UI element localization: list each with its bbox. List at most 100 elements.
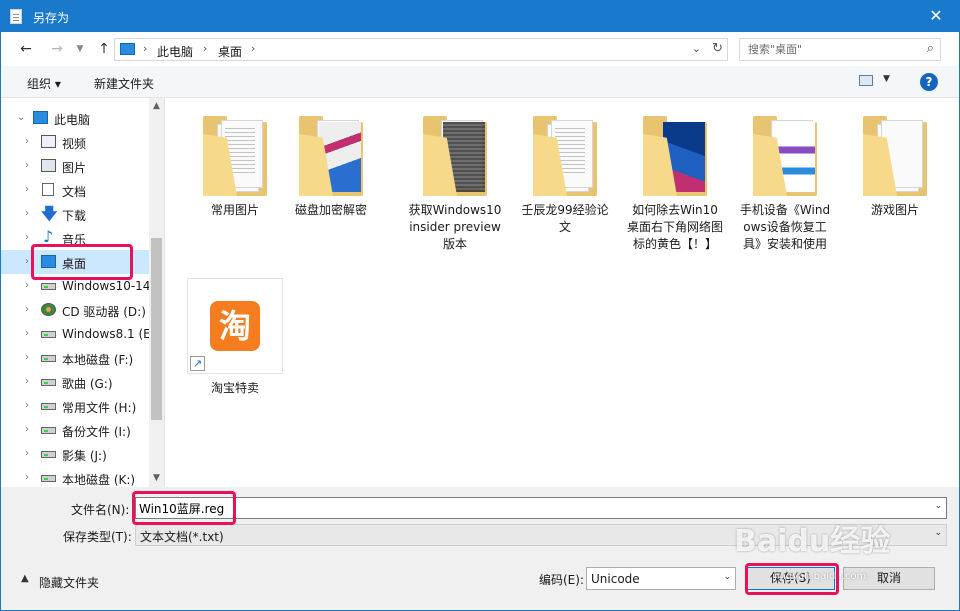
back-button[interactable]: ← bbox=[15, 39, 37, 59]
chevron-right-icon[interactable]: › bbox=[25, 304, 29, 315]
tree-item-drive-i[interactable]: › 备份文件 (I:) bbox=[1, 418, 149, 442]
search-box[interactable]: ⌕ bbox=[739, 38, 941, 61]
breadcrumb-separator-icon[interactable]: › bbox=[203, 42, 207, 55]
chevron-right-icon[interactable]: › bbox=[25, 472, 29, 483]
filetype-value: 文本文档(*.txt) bbox=[140, 530, 224, 544]
recent-locations-button[interactable]: ▼ bbox=[73, 39, 87, 59]
chevron-right-icon[interactable]: › bbox=[25, 328, 29, 339]
folder-item[interactable]: 游戏图片 bbox=[847, 116, 943, 219]
tree-item-label: 文档 bbox=[62, 185, 87, 199]
taobao-app-icon: 淘 ↗ bbox=[187, 278, 283, 374]
scrollbar-thumb[interactable] bbox=[151, 238, 162, 420]
tree-item-label: 音乐 bbox=[62, 233, 87, 247]
file-list[interactable]: 常用图片 磁盘加密解密 获取Windows10 insider preview … bbox=[165, 98, 959, 487]
tree-item-drive-c[interactable]: › Windows10-14 bbox=[1, 274, 150, 298]
chevron-down-icon[interactable]: ⌄ bbox=[934, 528, 942, 538]
folder-item[interactable]: 壬辰龙99经验论文 bbox=[517, 116, 613, 236]
navigation-pane[interactable]: ⌄ 此电脑 › 视频 › 图片 › 文档 › 下载 › 音乐 bbox=[1, 98, 165, 487]
toolbar: 组织 ▾ 新建文件夹 ▼ ? bbox=[1, 66, 959, 98]
chevron-down-icon[interactable]: ▼ bbox=[883, 74, 890, 84]
tree-item-drive-g[interactable]: › 歌曲 (G:) bbox=[1, 370, 149, 394]
chevron-right-icon[interactable]: › bbox=[25, 208, 29, 219]
chevron-right-icon[interactable]: › bbox=[25, 424, 29, 435]
filename-label: 文件名(N): bbox=[71, 503, 130, 517]
title-bar[interactable]: 另存为 ✕ bbox=[1, 1, 959, 32]
scroll-up-icon[interactable]: ▲ bbox=[149, 98, 164, 115]
music-icon bbox=[41, 227, 56, 246]
breadcrumb-separator-icon[interactable]: › bbox=[251, 42, 255, 55]
forward-button[interactable]: → bbox=[46, 39, 68, 59]
new-folder-button[interactable]: 新建文件夹 bbox=[94, 75, 154, 92]
refresh-icon[interactable]: ↻ bbox=[712, 41, 723, 56]
folder-item[interactable]: 如何除去Win10桌面右下角网络图标的黄色【！】 bbox=[627, 116, 723, 253]
tree-item-videos[interactable]: › 视频 bbox=[1, 130, 149, 154]
tree-item-drive-j[interactable]: › 影集 (J:) bbox=[1, 442, 149, 466]
view-options-icon[interactable] bbox=[859, 75, 873, 86]
chevron-right-icon[interactable]: › bbox=[25, 232, 29, 243]
file-name: 壬辰龙99经验论文 bbox=[521, 203, 609, 234]
tree-item-label: 常用文件 (H:) bbox=[62, 401, 137, 415]
tree-item-drive-f[interactable]: › 本地磁盘 (F:) bbox=[1, 346, 149, 370]
breadcrumb-this-pc[interactable]: 此电脑 bbox=[157, 43, 193, 60]
chevron-down-icon[interactable]: ⌄ bbox=[692, 42, 701, 55]
chevron-right-icon[interactable]: › bbox=[25, 448, 29, 459]
tree-item-documents[interactable]: › 文档 bbox=[1, 178, 149, 202]
folder-item[interactable]: 获取Windows10 insider preview 版本 bbox=[407, 116, 503, 253]
organize-button[interactable]: 组织 ▾ bbox=[27, 75, 61, 92]
tree-item-desktop[interactable]: › 桌面 bbox=[1, 250, 149, 274]
tree-item-this-pc[interactable]: ⌄ 此电脑 bbox=[1, 106, 149, 130]
encoding-label: 编码(E): bbox=[539, 573, 584, 587]
scroll-down-icon[interactable]: ▼ bbox=[149, 470, 164, 487]
chevron-right-icon[interactable]: › bbox=[25, 352, 29, 363]
chevron-down-icon[interactable]: ⌄ bbox=[934, 501, 942, 511]
tree-item-downloads[interactable]: › 下载 bbox=[1, 202, 149, 230]
tree-item-drive-e[interactable]: › Windows8.1 (E bbox=[1, 322, 151, 346]
folder-icon bbox=[423, 116, 487, 196]
nav-scrollbar[interactable]: ▲ ▼ bbox=[149, 98, 164, 487]
help-icon[interactable]: ? bbox=[920, 73, 938, 91]
folder-item[interactable]: 手机设备《Windows设备恢复工具》安装和使用 bbox=[737, 116, 833, 253]
shortcut-item[interactable]: 淘 ↗ 淘宝特卖 bbox=[187, 278, 283, 397]
up-button[interactable]: ↑ bbox=[93, 39, 115, 59]
tree-item-label: 此电脑 bbox=[54, 113, 91, 127]
download-icon bbox=[41, 203, 57, 230]
chevron-right-icon[interactable]: › bbox=[25, 376, 29, 387]
tree-item-label: 歌曲 (G:) bbox=[62, 377, 113, 391]
tree-item-label: 备份文件 (I:) bbox=[62, 425, 131, 439]
chevron-right-icon[interactable]: › bbox=[25, 256, 29, 267]
tree-item-drive-k[interactable]: › 本地磁盘 (K:) bbox=[1, 466, 149, 490]
tree-item-label: 本地磁盘 (F:) bbox=[62, 353, 134, 367]
tree-item-pictures[interactable]: › 图片 bbox=[1, 154, 149, 178]
chevron-right-icon[interactable]: › bbox=[25, 136, 29, 147]
tree-item-music[interactable]: › 音乐 bbox=[1, 226, 149, 250]
chevron-right-icon[interactable]: › bbox=[25, 280, 29, 291]
breadcrumb-separator-icon[interactable]: › bbox=[143, 42, 147, 55]
chevron-expanded-icon[interactable]: ⌄ bbox=[17, 112, 25, 123]
address-bar[interactable]: › 此电脑 › 桌面 › ⌄ ↻ bbox=[114, 38, 728, 61]
close-button[interactable]: ✕ bbox=[913, 1, 959, 32]
filename-input[interactable] bbox=[136, 498, 926, 518]
file-name: 游戏图片 bbox=[870, 203, 919, 217]
chevron-right-icon[interactable]: › bbox=[25, 400, 29, 411]
folder-item[interactable]: 常用图片 bbox=[187, 116, 283, 219]
folder-icon bbox=[203, 116, 267, 196]
tree-item-drive-d[interactable]: › CD 驱动器 (D:) bbox=[1, 298, 149, 322]
search-input[interactable] bbox=[740, 39, 916, 60]
encoding-value: Unicode bbox=[591, 572, 640, 586]
breadcrumb-desktop[interactable]: 桌面 bbox=[218, 43, 242, 60]
encoding-select[interactable]: Unicode ⌄ bbox=[586, 567, 736, 590]
search-icon[interactable]: ⌕ bbox=[927, 41, 934, 56]
folder-icon bbox=[299, 116, 363, 196]
chevron-up-icon[interactable]: ▲ bbox=[21, 573, 29, 584]
folder-item[interactable]: 磁盘加密解密 bbox=[283, 116, 379, 219]
chevron-down-icon[interactable]: ⌄ bbox=[723, 572, 731, 582]
drive-icon bbox=[41, 379, 56, 386]
chevron-right-icon[interactable]: › bbox=[25, 160, 29, 171]
video-icon bbox=[41, 135, 56, 148]
chevron-right-icon[interactable]: › bbox=[25, 184, 29, 195]
tree-item-label: 本地磁盘 (K:) bbox=[62, 473, 136, 487]
drive-icon bbox=[41, 427, 56, 434]
tree-item-drive-h[interactable]: › 常用文件 (H:) bbox=[1, 394, 149, 418]
filetype-label: 保存类型(T): bbox=[63, 530, 132, 544]
hide-folders-label[interactable]: 隐藏文件夹 bbox=[39, 574, 99, 591]
